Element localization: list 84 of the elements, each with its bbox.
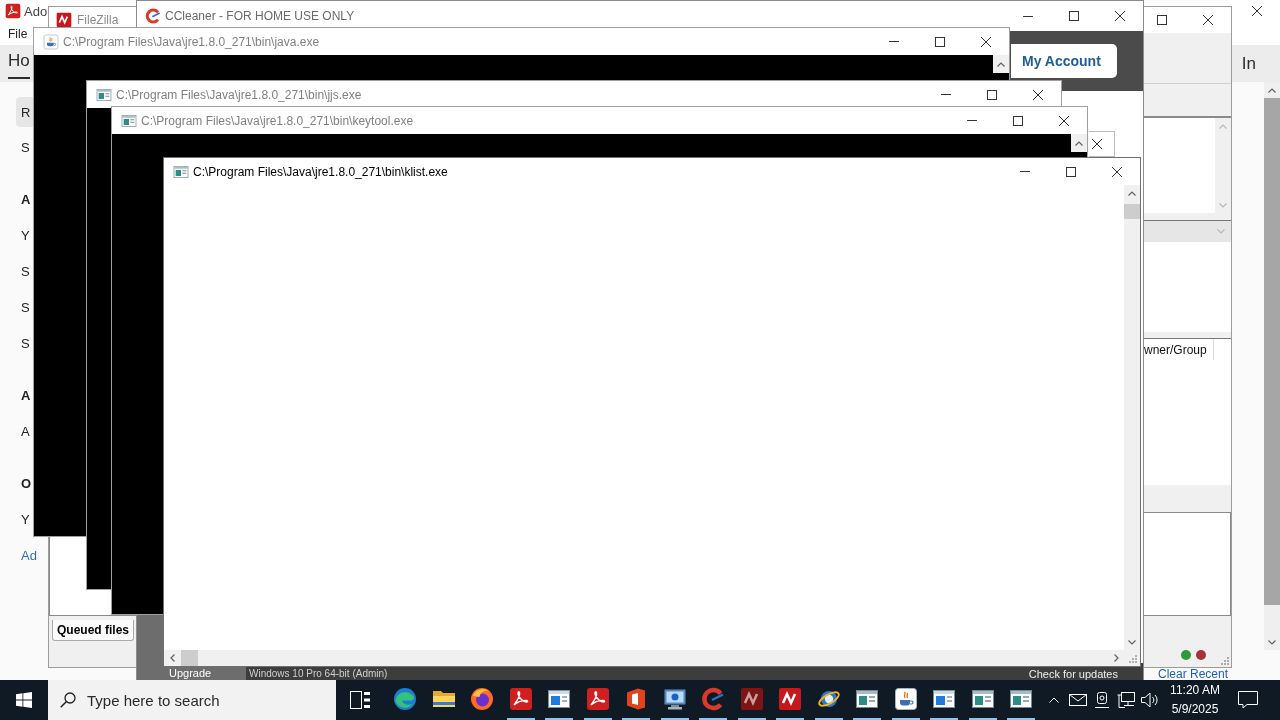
section-heading: O xyxy=(21,475,32,493)
maximize-icon[interactable] xyxy=(1069,11,1079,21)
swirl-icon[interactable] xyxy=(393,687,418,711)
menu-item[interactable]: File xyxy=(8,26,28,41)
close-icon[interactable] xyxy=(1203,15,1213,25)
console-window-icon[interactable] xyxy=(970,687,995,711)
search-field[interactable]: Type here to search xyxy=(48,680,336,720)
zigzag-tile-icon[interactable] xyxy=(778,687,803,711)
maximize-icon[interactable] xyxy=(1013,115,1023,126)
sidebar-item[interactable]: S xyxy=(21,290,30,326)
flame-globe-icon[interactable] xyxy=(470,687,495,711)
chevron-left-icon[interactable] xyxy=(169,654,175,662)
console-window-icon xyxy=(173,163,189,180)
window-title: C:\Program Files\Java\jre1.8.0_271\bin\jjs.exe xyxy=(116,87,362,102)
update-link[interactable]: Check for updates xyxy=(1028,668,1118,680)
maximize-icon[interactable] xyxy=(987,89,997,100)
clear-recent-link[interactable]: Clear Recent xyxy=(1157,668,1228,680)
maximize-icon[interactable] xyxy=(935,36,945,47)
dismiss-button[interactable] xyxy=(1089,131,1115,157)
account-button[interactable]: My Account xyxy=(1011,44,1117,78)
sidebar-item[interactable]: S xyxy=(21,130,30,166)
scroll-thumb[interactable] xyxy=(181,650,198,666)
sidebar-button[interactable]: R xyxy=(16,97,33,127)
close-icon[interactable] xyxy=(1059,115,1069,126)
sidebar-item[interactable]: S xyxy=(21,326,30,362)
tab[interactable]: Queued files xyxy=(52,620,135,641)
window-title: FileZilla xyxy=(77,13,119,27)
start-icon[interactable] xyxy=(16,692,32,708)
crescent-icon[interactable] xyxy=(701,687,726,711)
cup-icon xyxy=(43,33,59,50)
console-window-icon xyxy=(121,112,137,129)
pdf-icon xyxy=(5,3,21,19)
pdf-icon[interactable] xyxy=(585,687,610,711)
clock-date[interactable]: 5/9/2025 xyxy=(1171,700,1219,719)
console-window-icon[interactable] xyxy=(855,687,880,711)
tab[interactable]: Ho xyxy=(8,45,30,79)
crescent-icon xyxy=(145,8,161,24)
scrollbar[interactable] xyxy=(164,650,1124,666)
minimize-icon[interactable] xyxy=(1023,15,1033,17)
close-icon[interactable] xyxy=(1112,166,1122,177)
task-view-icon[interactable] xyxy=(350,691,370,709)
scrollbar[interactable] xyxy=(1124,185,1140,650)
close-icon[interactable] xyxy=(1033,89,1043,100)
sidebar-item[interactable]: Y xyxy=(21,502,30,538)
maximize-icon[interactable] xyxy=(1157,15,1167,25)
sidebar-item[interactable]: A xyxy=(21,414,30,450)
envelope-icon[interactable] xyxy=(1069,694,1087,706)
close-icon[interactable] xyxy=(1115,11,1125,21)
system-info: Windows 10 Pro 64-bit (Admin) xyxy=(249,668,388,679)
notification-icon[interactable] xyxy=(1238,691,1258,709)
window-title: C:\Program Files\Java\jre1.8.0_271\bin\java.exe xyxy=(63,34,320,49)
close-icon[interactable] xyxy=(981,36,991,47)
maximize-icon[interactable] xyxy=(1066,166,1076,177)
network-icon[interactable] xyxy=(1117,692,1135,708)
scroll-thumb[interactable] xyxy=(1124,204,1140,219)
section-heading: A xyxy=(21,387,31,405)
window-icon[interactable] xyxy=(547,687,572,711)
clock-time[interactable]: 11:20 AM xyxy=(1170,681,1220,700)
cup-icon[interactable] xyxy=(893,687,918,711)
monitor-icon[interactable] xyxy=(662,687,687,711)
pdf-icon[interactable] xyxy=(508,687,533,711)
console-window-icon[interactable] xyxy=(1009,687,1034,711)
close-icon xyxy=(1092,139,1102,149)
resize-grip-icon[interactable] xyxy=(1221,657,1229,665)
search-icon xyxy=(60,692,76,708)
speaker-icon[interactable] xyxy=(1141,692,1159,708)
sign-in-button[interactable]: In xyxy=(1241,53,1256,74)
nav-item[interactable]: Upgrade xyxy=(169,667,212,679)
console-window-icon xyxy=(96,86,112,103)
section-heading: A xyxy=(21,191,31,209)
window-icon[interactable] xyxy=(932,687,957,711)
close-icon[interactable] xyxy=(1252,6,1262,16)
window-title: CCleaner - FOR HOME USE ONLY xyxy=(165,9,355,23)
chevron-right-icon[interactable] xyxy=(1113,654,1119,662)
window-title: C:\Program Files\Java\jre1.8.0_271\bin\klist.exe xyxy=(193,164,448,179)
chevron-down-icon[interactable] xyxy=(1128,639,1136,645)
zigzag-tile-icon[interactable] xyxy=(739,687,764,711)
sidebar-item[interactable]: S xyxy=(21,254,30,290)
sidebar-link[interactable]: Ad xyxy=(21,538,37,574)
window-title: C:\Program Files\Java\jre1.8.0_271\bin\keytool.exe xyxy=(141,113,414,128)
chevron-down-icon[interactable] xyxy=(1268,639,1276,645)
webcam-icon[interactable] xyxy=(1095,692,1109,708)
window-title: Ado xyxy=(24,3,48,19)
sidebar-item[interactable]: Y xyxy=(21,218,30,254)
